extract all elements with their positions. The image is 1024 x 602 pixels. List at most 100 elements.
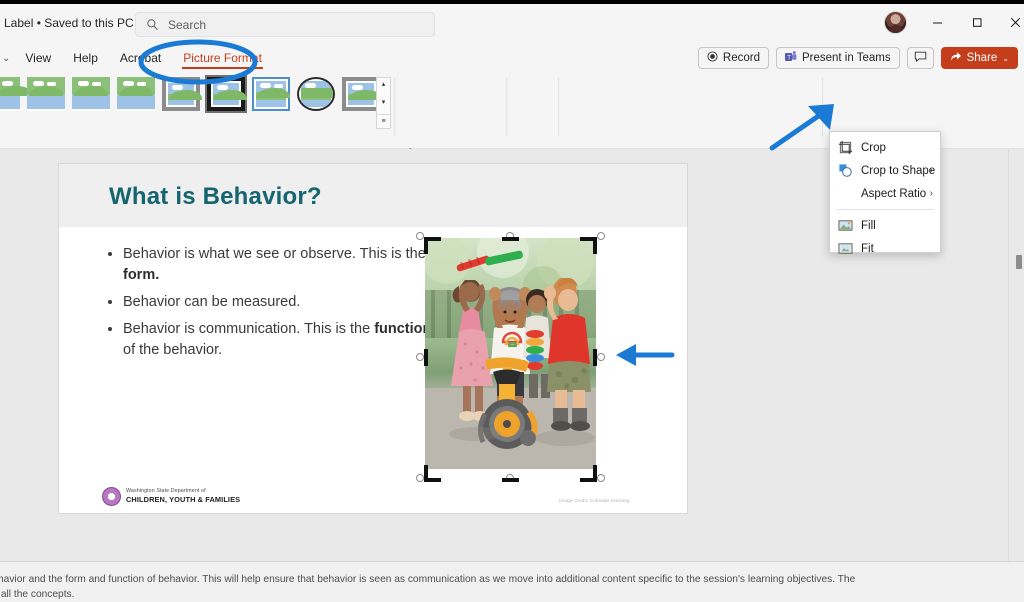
tab-acrobat[interactable]: Acrobat [109, 48, 172, 68]
present-in-teams-button[interactable]: T Present in Teams [775, 47, 900, 69]
crop-menu-item-fill[interactable]: Fill [830, 214, 940, 237]
gallery-scroll-down-icon[interactable]: ▾ [382, 96, 386, 109]
submenu-arrow-icon: › [929, 165, 933, 176]
record-label: Record [722, 52, 760, 64]
crop-handle-bottom-left[interactable] [424, 478, 441, 482]
dcyf-logo-icon [102, 487, 121, 506]
comments-button[interactable] [906, 47, 934, 69]
resize-handle-bottom-left[interactable] [416, 474, 424, 482]
crop-to-shape-icon [838, 163, 853, 178]
bullet-item: Behavior is what we see or observe. This… [123, 244, 436, 286]
bullet-emphasis: form. [123, 267, 160, 283]
search-box[interactable]: Search [135, 12, 435, 37]
resize-handle-left-middle[interactable] [416, 353, 424, 361]
slide-body-text[interactable]: Behavior is what we see or observe. This… [106, 244, 436, 367]
record-icon [707, 51, 718, 65]
bullet-text: Behavior is what we see or observe. This… [123, 246, 426, 262]
resize-handle-right-middle[interactable] [597, 353, 605, 361]
minimize-button[interactable] [922, 10, 952, 34]
picture-selection-frame [419, 381, 602, 561]
comment-icon [914, 51, 927, 66]
picture-styles-scroll[interactable]: ▴ ▾ ≡ [376, 77, 391, 129]
tab-picture-format[interactable]: Picture Format [172, 48, 273, 69]
window-top-strip [0, 0, 1024, 4]
crop-menu-item-fit[interactable]: Fit [830, 237, 940, 260]
crop-handle-top-right[interactable] [593, 237, 597, 254]
crop-handle-bottom-right[interactable] [580, 478, 597, 482]
picture-style-thumb-selected[interactable] [205, 75, 247, 113]
ribbon-separator [558, 78, 559, 136]
resize-handle-top-left[interactable] [416, 232, 424, 240]
resize-handle-top-right[interactable] [597, 232, 605, 240]
bullet-item: Behavior is communication. This is the f… [123, 319, 436, 361]
picture-style-thumb[interactable] [0, 77, 32, 111]
picture-style-thumb[interactable] [27, 77, 65, 111]
share-button[interactable]: Share ⌄ [940, 47, 1018, 69]
ribbon-separator [394, 78, 395, 136]
bullet-text: Behavior is communication. This is the [123, 321, 375, 337]
fit-icon [838, 241, 853, 256]
share-icon [950, 51, 962, 65]
chevron-down-icon: ⌄ [1002, 53, 1009, 63]
crop-menu-item-crop[interactable]: Crop [830, 136, 940, 159]
teams-icon: T [784, 51, 797, 65]
document-save-status-label: Label • Saved to this PC [4, 16, 134, 30]
workspace-right-border [1008, 150, 1009, 561]
resize-handle-bottom-right[interactable] [597, 474, 605, 482]
picture-style-thumb[interactable] [297, 77, 335, 111]
avatar[interactable] [884, 11, 907, 34]
close-button[interactable] [1000, 10, 1024, 34]
bullet-item: Behavior can be measured. [123, 292, 436, 313]
notes-pane[interactable]: havior and the form and function of beha… [0, 561, 1024, 602]
crop-menu-item-crop-to-shape[interactable]: Crop to Shape › [830, 159, 940, 182]
ribbon-right-actions: Record T Present in Teams Share ⌄ [697, 47, 1018, 69]
present-in-teams-label: Present in Teams [801, 52, 891, 64]
record-button[interactable]: Record [697, 47, 769, 69]
crop-menu-item-aspect-ratio-label: Aspect Ratio [861, 187, 927, 200]
crop-handle-top-left[interactable] [424, 237, 428, 254]
vertical-scrollbar-thumb[interactable] [1016, 255, 1022, 269]
picture-style-thumb[interactable] [252, 77, 290, 111]
tab-overflow-chevron[interactable]: ⌄ [0, 50, 14, 67]
tab-picture-format-label: Picture Format [183, 51, 262, 65]
logo-line2: CHILDREN, YOUTH & FAMILIES [126, 495, 241, 505]
ribbon-separator [822, 78, 823, 136]
logo-line1: Washington State Department of [126, 488, 206, 495]
tab-view-label: View [25, 51, 52, 65]
tab-help[interactable]: Help [62, 48, 109, 68]
bullet-text: of the behavior. [123, 342, 223, 358]
fill-icon [838, 218, 853, 233]
gallery-more-icon[interactable]: ≡ [377, 114, 390, 128]
crop-handle-top-center[interactable] [502, 237, 519, 241]
crop-handle-bottom-center[interactable] [502, 478, 519, 482]
svg-text:T: T [787, 55, 791, 61]
slide-title[interactable]: What is Behavior? [109, 183, 322, 211]
document-save-status[interactable]: Label • Saved to this PC⌄ [4, 16, 145, 30]
gallery-scroll-up-icon[interactable]: ▴ [382, 78, 386, 91]
crop-menu-item-aspect-ratio[interactable]: Aspect Ratio › [830, 182, 940, 205]
maximize-button[interactable] [962, 10, 992, 34]
menu-divider [836, 209, 934, 210]
picture-style-thumb[interactable] [117, 77, 155, 111]
aspect-ratio-icon-placeholder [838, 186, 853, 201]
agency-logo: Washington State Department of CHILDREN,… [102, 487, 240, 506]
crop-icon [838, 140, 853, 155]
picture-styles-gallery[interactable] [0, 75, 382, 113]
tab-acrobat-label: Acrobat [119, 51, 162, 65]
submenu-arrow-icon: › [929, 188, 933, 199]
crop-dropdown-menu: Crop Crop to Shape › Aspect Ratio › Fill… [829, 131, 941, 255]
picture-style-thumb[interactable] [162, 77, 202, 111]
tab-view[interactable]: View [14, 48, 62, 68]
picture-style-thumb[interactable] [342, 77, 382, 111]
title-bar: Label • Saved to this PC⌄ Search [0, 0, 1024, 44]
crop-menu-item-crop-to-shape-label: Crop to Shape [861, 164, 936, 177]
crop-menu-item-fill-label: Fill [861, 219, 876, 232]
bullet-text: Behavior can be measured. [123, 294, 301, 310]
notes-text[interactable]: havior and the form and function of beha… [0, 572, 1024, 602]
search-icon [146, 18, 159, 31]
crop-handle-right-middle[interactable] [593, 349, 597, 366]
picture-style-thumb[interactable] [72, 77, 110, 111]
share-label: Share [966, 52, 998, 64]
crop-handle-left-middle[interactable] [424, 349, 428, 366]
bullet-emphasis: function [374, 321, 432, 337]
